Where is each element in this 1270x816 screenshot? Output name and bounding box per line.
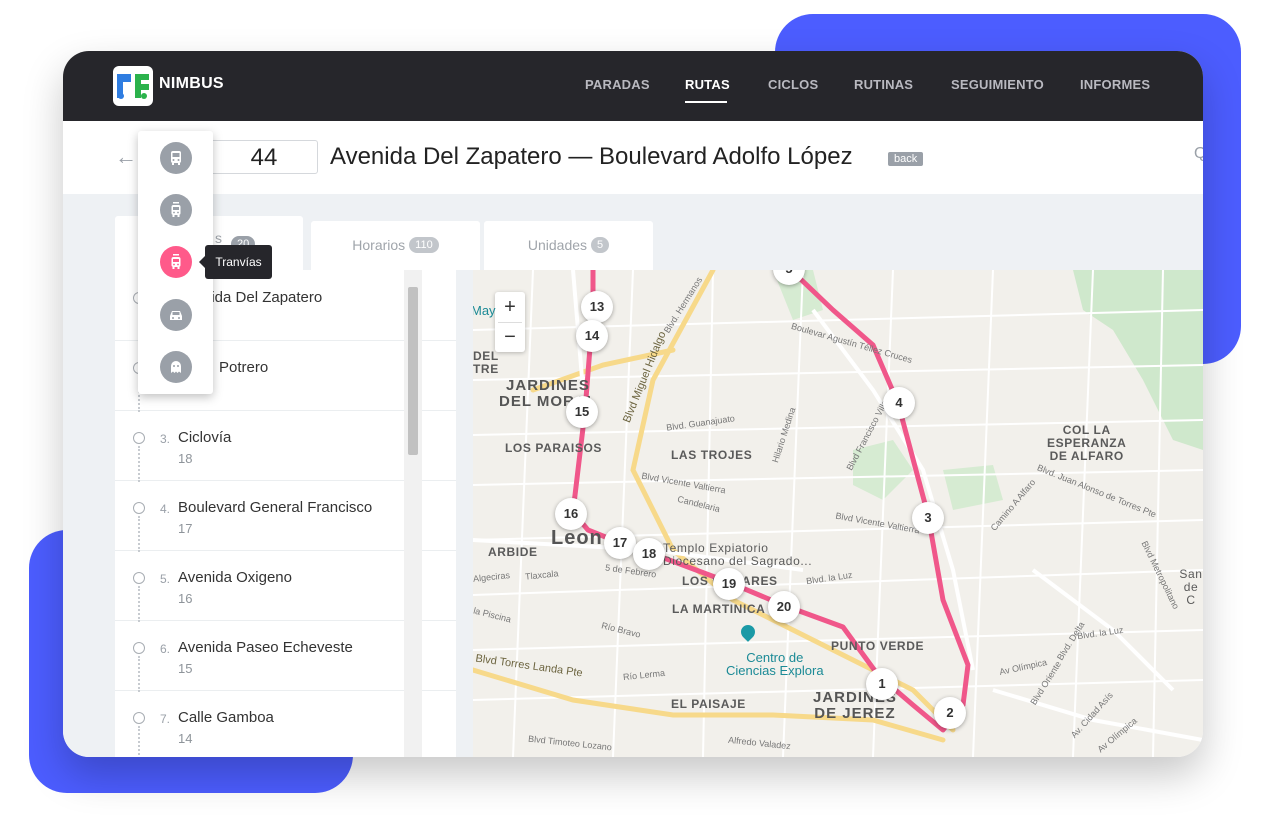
place-arbide: ARBIDE	[488, 545, 538, 559]
nav-seguimiento[interactable]: SEGUIMIENTO	[951, 77, 1044, 92]
route-marker[interactable]: 20	[768, 591, 800, 623]
place-label: DE ALFARO	[1049, 449, 1124, 463]
place-label: COL LA	[1062, 423, 1111, 437]
place-del-tre: DEL TRE	[473, 350, 499, 376]
map-zoom-control: + −	[495, 292, 525, 352]
bus-icon[interactable]	[160, 142, 192, 174]
stop-connector	[138, 586, 140, 622]
scrollbar-thumb[interactable]	[408, 287, 418, 455]
stop-connector	[138, 656, 140, 692]
zoom-in-button[interactable]: +	[495, 292, 525, 322]
route-marker[interactable]: 17	[604, 527, 636, 559]
route-map[interactable]: + − DEL TRE May JARDINES DEL MORAL LOS P…	[473, 270, 1203, 757]
place-label: DE JEREZ	[814, 705, 896, 722]
stop-marker-icon	[133, 502, 145, 514]
place-la-martinica: LA MARTINICA	[672, 602, 766, 616]
tab-horarios[interactable]: Horarios 110	[311, 221, 480, 270]
stop-marker-icon	[133, 712, 145, 724]
stop-marker-icon	[133, 642, 145, 654]
place-label: DEL	[473, 349, 499, 363]
route-marker[interactable]: 19	[713, 568, 745, 600]
nav-active-indicator	[685, 101, 727, 103]
place-las-trojes: LAS TROJES	[671, 448, 753, 462]
stop-count: 16	[178, 591, 193, 606]
stop-name: Boulevard General Francisco	[178, 499, 373, 516]
route-marker[interactable]: 4	[883, 387, 915, 419]
route-marker[interactable]: 3	[912, 502, 944, 534]
place-col-la-esperanza: COL LA ESPERANZA DE ALFARO	[1047, 424, 1126, 463]
stop-index: 3.	[160, 432, 171, 446]
car-icon[interactable]	[160, 299, 192, 331]
stop-count: 17	[178, 521, 193, 536]
stop-name: Calle Gamboa	[178, 709, 274, 726]
nav-paradas[interactable]: PARADAS	[585, 77, 650, 92]
place-label: Templo Expiatorio	[663, 541, 769, 555]
nav-ciclos[interactable]: CICLOS	[768, 77, 818, 92]
ghost-icon[interactable]	[160, 351, 192, 383]
trolleybus-icon[interactable]	[160, 194, 192, 226]
route-marker[interactable]: 2	[934, 697, 966, 729]
app-window: NIMBUS PARADAS RUTAS CICLOS RUTINAS SEGU…	[63, 51, 1203, 757]
top-navbar: NIMBUS PARADAS RUTAS CICLOS RUTINAS SEGU…	[63, 51, 1203, 121]
tab-horarios-count: 110	[409, 237, 439, 253]
search-icon[interactable]: Q	[1194, 145, 1203, 163]
stop-index: 5.	[160, 572, 171, 586]
stop-name: Potrero	[219, 359, 269, 376]
stop-name: Avenida Paseo Echeveste	[178, 639, 353, 656]
route-header: ← 44 Avenida Del Zapatero — Boulevard Ad…	[63, 121, 1203, 195]
place-label: JARDINES	[506, 377, 590, 394]
tab-unidades[interactable]: Unidades 5	[484, 221, 653, 270]
stop-index: 4.	[160, 502, 171, 516]
place-label: TRE	[473, 362, 499, 376]
stop-marker-icon	[133, 432, 145, 444]
nav-rutas[interactable]: RUTAS	[685, 77, 730, 92]
place-label: ESPERANZA	[1047, 436, 1127, 450]
stops-scrollbar[interactable]	[404, 270, 422, 757]
place-label: de C	[1183, 580, 1199, 607]
tab-unidades-label: Unidades	[527, 237, 588, 253]
stop-index: 7.	[160, 712, 171, 726]
back-arrow-icon[interactable]: ←	[115, 144, 137, 170]
tab-horarios-label: Horarios	[352, 237, 406, 253]
place-punto-verde: PUNTO VERDE	[831, 639, 925, 653]
stop-name: Avenida Oxigeno	[178, 569, 292, 586]
route-marker[interactable]: 1	[866, 668, 898, 700]
stop-index: 6.	[160, 642, 171, 656]
place-leon: Leon	[551, 527, 603, 549]
route-title: Avenida Del Zapatero — Boulevard Adolfo …	[330, 143, 853, 170]
place-centro-ciencias: Centro de Ciencias Explora	[726, 651, 824, 677]
stop-marker-icon	[133, 572, 145, 584]
route-marker[interactable]: 15	[566, 396, 598, 428]
stop-count: 18	[178, 451, 193, 466]
place-san-c: San de C	[1179, 568, 1203, 607]
tab-unidades-count: 5	[591, 237, 610, 253]
place-templo-expiatorio: Templo Expiatorio Diocesano del Sagrado.…	[663, 542, 812, 568]
place-label: Ciencias Explora	[726, 663, 824, 678]
stop-connector	[138, 726, 140, 757]
route-direction-badge: back	[888, 152, 924, 166]
stop-connector	[138, 516, 140, 552]
route-marker[interactable]: 13	[581, 291, 613, 323]
brand-name: NIMBUS	[159, 75, 224, 92]
route-marker[interactable]: 16	[555, 498, 587, 530]
place-label: San	[1179, 567, 1203, 581]
nimbus-logo-icon[interactable]	[113, 66, 153, 106]
nav-informes[interactable]: INFORMES	[1080, 77, 1150, 92]
place-los-paraisos: LOS PARAISOS	[505, 441, 602, 455]
place-el-paisaje: EL PAISAJE	[671, 697, 746, 711]
stop-count: 14	[178, 731, 193, 746]
route-marker[interactable]: 14	[576, 320, 608, 352]
stop-count: 15	[178, 661, 193, 676]
zoom-out-button[interactable]: −	[495, 322, 525, 352]
stop-name: Ciclovía	[178, 429, 232, 446]
route-number-input[interactable]: 44	[210, 140, 318, 174]
stop-name: nida Del Zapatero	[203, 289, 323, 306]
vehicle-tooltip: Tranvías	[199, 245, 272, 279]
place-may: May	[473, 303, 496, 318]
route-marker[interactable]: 18	[633, 538, 665, 570]
stop-connector	[138, 446, 140, 482]
place-label: Diocesano del Sagrado...	[663, 554, 813, 568]
nav-rutinas[interactable]: RUTINAS	[854, 77, 913, 92]
tram-icon[interactable]	[160, 246, 192, 278]
